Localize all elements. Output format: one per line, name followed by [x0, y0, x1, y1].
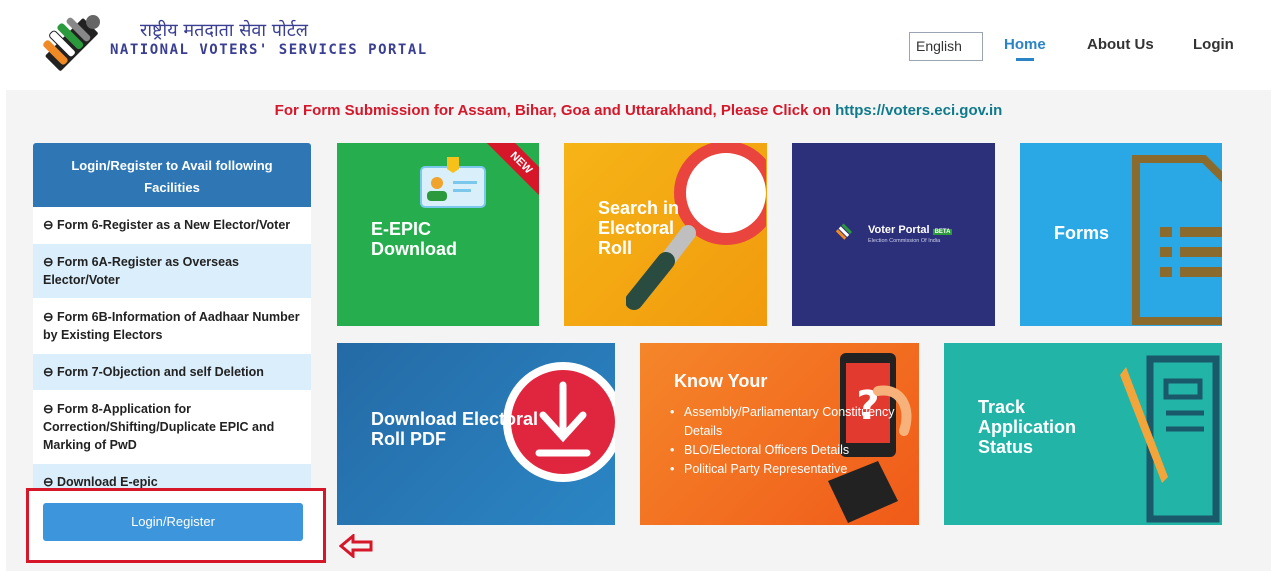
facilities-sidebar: Login/Register to Avail following Facili…: [33, 143, 311, 501]
sidebar-item-label: Form 6B-Information of Aadhaar Number by…: [43, 310, 300, 342]
tile-download-electoral-roll-pdf[interactable]: Download Electoral Roll PDF: [337, 343, 615, 525]
sidebar-item-label: Form 6-Register as a New Elector/Voter: [56, 218, 291, 232]
beta-badge: BETA: [932, 229, 953, 235]
sidebar-item-label: Download E-epic: [56, 475, 158, 489]
brand-english: NATIONAL VOTERS' SERVICES PORTAL: [110, 42, 428, 58]
tile-label: Forms: [1054, 223, 1110, 243]
nav-about-us[interactable]: About Us: [1087, 36, 1154, 53]
document-icon: [1132, 155, 1222, 325]
voter-portal-subtitle: Election Commission Of India: [868, 238, 941, 244]
page: राष्ट्रीय मतदाता सेवा पोर्टल NATIONAL VO…: [0, 0, 1271, 571]
eci-logo-icon: [43, 15, 100, 71]
tile-track-application-status[interactable]: Track Application Status: [944, 343, 1222, 525]
document-pencil-icon: [1120, 355, 1220, 523]
tile-voter-portal[interactable]: Voter Portal BETA Election Commission Of…: [792, 143, 995, 326]
sidebar-item-label: Form 6A-Register as Overseas Elector/Vot…: [43, 255, 239, 287]
tile-label: Voter Portal: [868, 224, 930, 236]
tile-search-electoral-roll[interactable]: Search in Electoral Roll: [564, 143, 767, 326]
notice-link[interactable]: https://voters.eci.gov.in: [835, 102, 1002, 119]
tile-label: Search in Electoral Roll: [598, 198, 680, 258]
nav-home[interactable]: Home: [1004, 36, 1046, 61]
login-button-highlight: Login/Register: [26, 488, 326, 563]
sidebar-item-label: Form 8-Application for Correction/Shifti…: [43, 402, 275, 452]
voter-portal-title: Voter Portal BETA: [868, 224, 953, 236]
tile-know-your[interactable]: ? Know Your Assembly/Parliamentary Const…: [640, 343, 919, 525]
site-header: राष्ट्रीय मतदाता सेवा पोर्टल NATIONAL VO…: [0, 0, 1271, 90]
nav-login[interactable]: Login: [1193, 36, 1234, 53]
sidebar-heading: Login/Register to Avail following Facili…: [33, 143, 311, 207]
eci-logo-icon: [836, 223, 853, 240]
tile-label: Track Application Status: [978, 397, 1076, 457]
sidebar-item-form6a[interactable]: ⊖ Form 6A-Register as Overseas Elector/V…: [33, 244, 311, 299]
list-item: Assembly/Parliamentary Constituency Deta…: [684, 403, 919, 441]
sidebar-item-label: Form 7-Objection and self Deletion: [56, 365, 264, 379]
know-your-list: Assembly/Parliamentary Constituency Deta…: [684, 403, 919, 479]
main-content: For Form Submission for Assam, Bihar, Go…: [6, 90, 1271, 571]
sidebar-item-form8[interactable]: ⊖ Form 8-Application for Correction/Shif…: [33, 391, 311, 464]
tile-label: E-EPIC Download: [371, 219, 457, 259]
sidebar-item-form6[interactable]: ⊖ Form 6-Register as a New Elector/Voter: [33, 207, 311, 244]
tile-label: Know Your: [674, 371, 768, 391]
list-item: BLO/Electoral Officers Details: [684, 441, 919, 460]
sidebar-item-form7[interactable]: ⊖ Form 7-Objection and self Deletion: [33, 354, 311, 391]
brand-hindi: राष्ट्रीय मतदाता सेवा पोर्टल: [140, 20, 308, 41]
notice-banner: For Form Submission for Assam, Bihar, Go…: [6, 102, 1271, 119]
login-register-button[interactable]: Login/Register: [43, 503, 303, 541]
tile-forms[interactable]: Forms: [1020, 143, 1222, 326]
arrow-left-icon: [339, 534, 373, 558]
language-select[interactable]: English: [909, 32, 983, 61]
notice-text: For Form Submission for Assam, Bihar, Go…: [274, 102, 836, 119]
tile-label: Download Electoral Roll PDF: [371, 409, 539, 449]
tile-e-epic-download[interactable]: NEW E-EPIC Download: [337, 143, 539, 326]
sidebar-item-form6b[interactable]: ⊖ Form 6B-Information of Aadhaar Number …: [33, 299, 311, 354]
list-item: Political Party Representative: [684, 460, 919, 479]
